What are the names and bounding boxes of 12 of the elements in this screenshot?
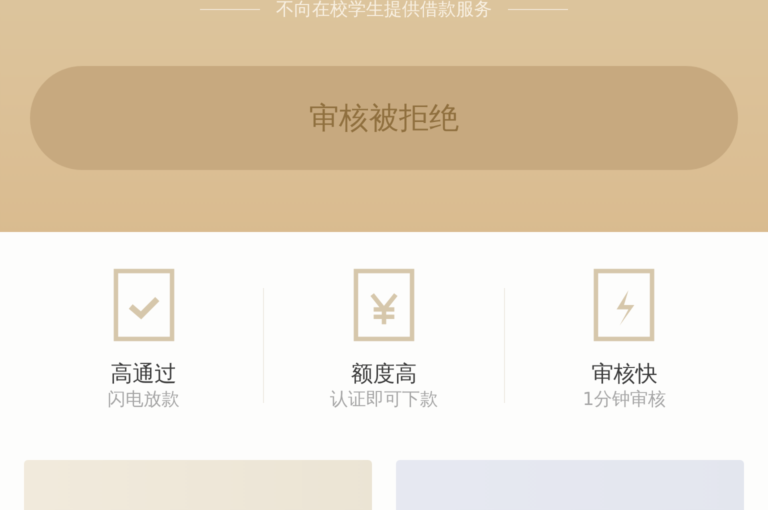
feature-subtitle: 1分钟审核 <box>582 388 666 412</box>
promo-card[interactable] <box>396 460 744 510</box>
yen-icon <box>352 268 415 342</box>
feature-subtitle: 认证即可下款 <box>330 388 438 412</box>
feature-title: 审核快 <box>591 362 658 388</box>
notice-text: 不向在校学生提供借款服务 <box>276 0 492 22</box>
feature-title: 高通过 <box>110 362 177 388</box>
feature-title: 额度高 <box>350 362 417 388</box>
feature-subtitle: 闪电放款 <box>108 388 180 412</box>
promo-card[interactable] <box>24 460 372 510</box>
check-icon <box>112 268 175 342</box>
lightning-icon <box>593 268 656 342</box>
